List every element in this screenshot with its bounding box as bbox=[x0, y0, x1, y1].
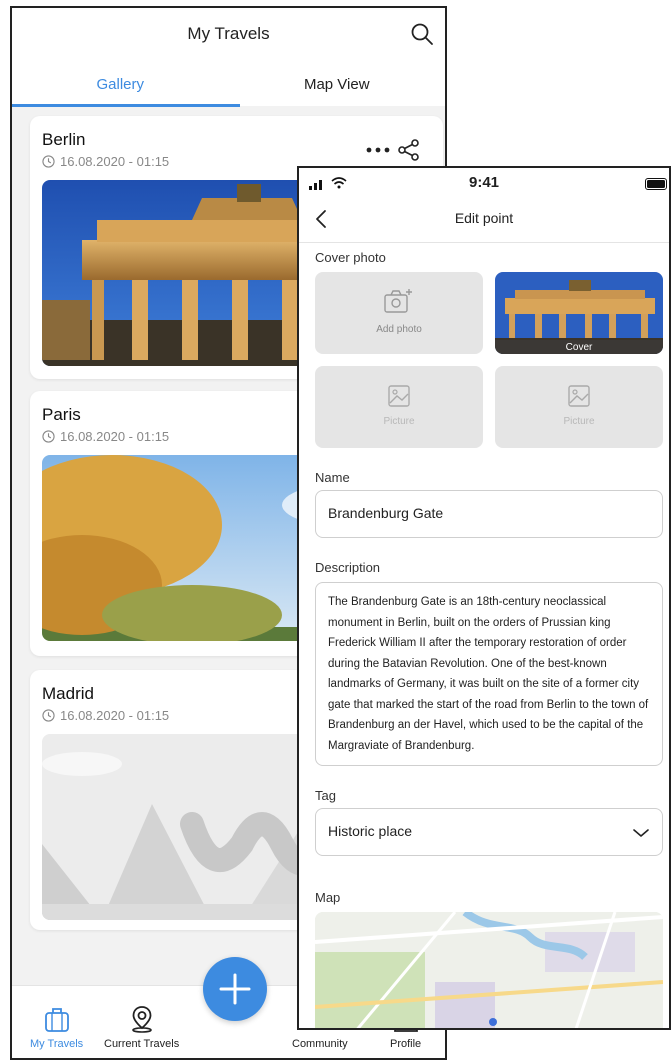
tag-label: Tag bbox=[315, 788, 336, 803]
status-time: 9:41 bbox=[468, 174, 500, 191]
card-title: Berlin bbox=[42, 130, 86, 149]
share-icon[interactable] bbox=[397, 138, 421, 162]
map-view bbox=[315, 912, 663, 1028]
clock-icon bbox=[42, 430, 55, 443]
clock-icon bbox=[42, 709, 55, 722]
suitcase-icon bbox=[44, 1008, 69, 1032]
view-tabs: Gallery Map View bbox=[12, 64, 445, 106]
location-map[interactable] bbox=[315, 912, 663, 1028]
add-photo-caption: Add photo bbox=[376, 324, 422, 335]
card-date: 16.08.2020 - 01:15 bbox=[42, 708, 169, 723]
card-date: 16.08.2020 - 01:15 bbox=[42, 154, 169, 169]
picture-icon bbox=[388, 385, 410, 407]
add-travel-button[interactable] bbox=[203, 957, 267, 1021]
nav-my-travels[interactable]: My Travels bbox=[30, 1004, 83, 1050]
chevron-down-icon bbox=[633, 829, 649, 837]
clock-icon bbox=[42, 155, 55, 168]
tag-value: Historic place bbox=[328, 823, 413, 839]
cover-photo-label: Cover photo bbox=[315, 250, 386, 265]
nav-label: Current Travels bbox=[104, 1038, 180, 1050]
card-title: Madrid bbox=[42, 684, 94, 703]
description-textarea[interactable]: The Brandenburg Gate is an 18th-century … bbox=[315, 582, 663, 766]
picture-caption: Picture bbox=[563, 416, 595, 427]
picture-caption: Picture bbox=[383, 416, 415, 427]
cover-caption: Cover bbox=[565, 342, 593, 353]
search-icon[interactable] bbox=[409, 21, 435, 47]
picture-tile[interactable]: Picture bbox=[495, 366, 663, 448]
add-photo-tile[interactable]: Add photo bbox=[315, 272, 483, 354]
tag-select[interactable]: Historic place bbox=[315, 808, 663, 856]
name-input[interactable]: Brandenburg Gate bbox=[315, 490, 663, 538]
nav-current-travels[interactable]: Current Travels bbox=[104, 1004, 179, 1050]
plus-icon bbox=[219, 973, 251, 1005]
edit-point-screen: 9:41 Edit point Cover photo Add photo Co… bbox=[297, 166, 671, 1030]
map-label: Map bbox=[315, 890, 341, 905]
card-date: 16.08.2020 - 01:15 bbox=[42, 429, 169, 444]
tab-map-view[interactable]: Map View bbox=[229, 76, 446, 93]
picture-icon bbox=[568, 385, 590, 407]
page-title: My Travels bbox=[187, 24, 270, 43]
description-label: Description bbox=[315, 560, 381, 575]
top-bar: Edit point bbox=[299, 200, 669, 243]
active-tab-indicator bbox=[12, 104, 240, 107]
top-bar: My Travels bbox=[12, 8, 445, 65]
tab-gallery[interactable]: Gallery bbox=[12, 76, 229, 93]
nav-label: My Travels bbox=[30, 1038, 84, 1050]
card-date-text: 16.08.2020 - 01:15 bbox=[60, 429, 170, 444]
more-options-icon[interactable] bbox=[365, 146, 391, 154]
add-photo-icon bbox=[384, 289, 412, 313]
location-pin-icon bbox=[131, 1006, 152, 1033]
card-date-text: 16.08.2020 - 01:15 bbox=[60, 154, 170, 169]
card-title: Paris bbox=[42, 405, 81, 424]
status-bar: 9:41 bbox=[299, 168, 669, 200]
card-date-text: 16.08.2020 - 01:15 bbox=[60, 708, 170, 723]
picture-tile[interactable]: Picture bbox=[315, 366, 483, 448]
page-title: Edit point bbox=[454, 210, 514, 226]
name-value: Brandenburg Gate bbox=[328, 505, 444, 521]
nav-label: Profile bbox=[390, 1038, 422, 1050]
battery-icon bbox=[645, 178, 667, 190]
nav-label: Community bbox=[292, 1038, 348, 1050]
name-label: Name bbox=[315, 470, 350, 485]
cover-photo-tile[interactable]: Cover bbox=[495, 272, 663, 354]
